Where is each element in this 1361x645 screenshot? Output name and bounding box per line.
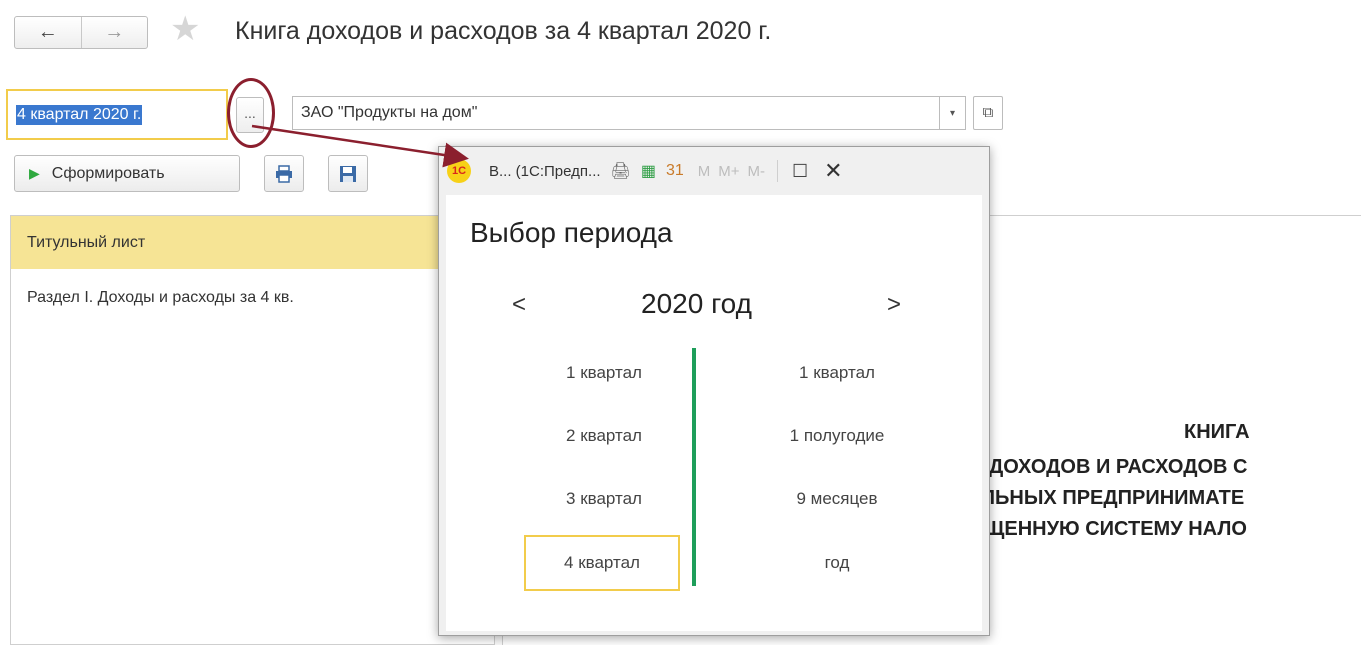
cumulative-half-year-option[interactable]: 1 полугодие — [759, 408, 915, 464]
dialog-heading: Выбор периода — [470, 217, 673, 248]
prev-year-button[interactable]: < — [512, 291, 526, 319]
memory-plus-button[interactable]: M+ — [718, 163, 739, 180]
arrow-left-icon: ← — [37, 21, 58, 43]
calendar-icon[interactable]: 31 — [666, 162, 684, 180]
quarter-4-option[interactable]: 4 квартал — [524, 535, 680, 591]
printer-icon — [276, 164, 292, 183]
report-line: ДОХОДОВ И РАСХОДОВ С — [989, 456, 1248, 478]
quarter-1-option[interactable]: 1 квартал — [526, 345, 682, 401]
dialog-titlebar[interactable]: 1С В... (1С:Предп... 🖨 ▦ 31 M M+ M- ☐ ✕ — [439, 147, 989, 195]
organization-input[interactable]: ЗАО "Продукты на дом" — [292, 96, 940, 130]
page-title: Книга доходов и расходов за 4 квартал 20… — [235, 17, 772, 45]
dialog-body: Выбор периода < 2020 год > 1 квартал 2 к… — [446, 195, 982, 631]
quarter-3-option[interactable]: 3 квартал — [526, 471, 682, 527]
highlight-circle — [227, 78, 275, 148]
history-nav: ← → — [14, 16, 148, 49]
close-icon[interactable]: ✕ — [824, 158, 842, 184]
print-icon[interactable]: 🖨 — [611, 161, 631, 181]
quarter-2-option[interactable]: 2 квартал — [526, 408, 682, 464]
memory-minus-button[interactable]: M- — [748, 163, 766, 180]
column-divider — [692, 348, 696, 586]
play-icon: ▶ — [29, 165, 40, 181]
period-input[interactable]: 4 квартал 2020 г. — [6, 89, 228, 140]
open-window-icon: ⧉ — [982, 104, 994, 121]
memory-button[interactable]: M — [698, 163, 711, 180]
cumulative-9-months-option[interactable]: 9 месяцев — [759, 471, 915, 527]
floppy-disk-icon — [340, 165, 356, 182]
report-line: ЩЕННУЮ СИСТЕМУ НАЛО — [984, 518, 1247, 540]
period-dialog: 1С В... (1С:Предп... 🖨 ▦ 31 M M+ M- ☐ ✕ … — [438, 146, 990, 636]
section-item-title-page[interactable]: Титульный лист — [11, 216, 495, 269]
maximize-icon[interactable]: ☐ — [792, 161, 808, 182]
save-button[interactable] — [328, 155, 368, 192]
generate-button[interactable]: ▶ Сформировать — [14, 155, 240, 192]
section-item-part-1[interactable]: Раздел I. Доходы и расходы за 4 кв. — [11, 271, 495, 321]
period-value: 4 квартал 2020 г. — [16, 105, 143, 125]
sections-panel: Титульный лист Раздел I. Доходы и расход… — [10, 215, 495, 645]
chevron-down-icon: ▾ — [949, 108, 956, 119]
year-label: 2020 год — [641, 288, 752, 319]
titlebar-separator — [777, 160, 779, 182]
report-heading: КНИГА — [1184, 421, 1250, 443]
favorite-star-icon[interactable]: ★ — [170, 12, 200, 46]
app-logo-icon: 1С — [447, 159, 471, 183]
back-button[interactable]: ← — [15, 17, 81, 48]
organization-dropdown-button[interactable]: ▾ — [940, 96, 966, 130]
arrow-right-icon: → — [104, 21, 125, 43]
print-button[interactable] — [264, 155, 304, 192]
forward-button[interactable]: → — [80, 17, 148, 48]
cumulative-year-option[interactable]: год — [759, 535, 915, 591]
cumulative-q1-option[interactable]: 1 квартал — [759, 345, 915, 401]
generate-label: Сформировать — [51, 164, 165, 182]
calculator-icon[interactable]: ▦ — [641, 161, 656, 181]
report-line: ЛЬНЫХ ПРЕДПРИНИМАТЕ — [981, 487, 1245, 509]
next-year-button[interactable]: > — [887, 291, 901, 319]
dialog-window-title: В... (1С:Предп... — [489, 162, 601, 180]
organization-open-button[interactable]: ⧉ — [973, 96, 1003, 130]
